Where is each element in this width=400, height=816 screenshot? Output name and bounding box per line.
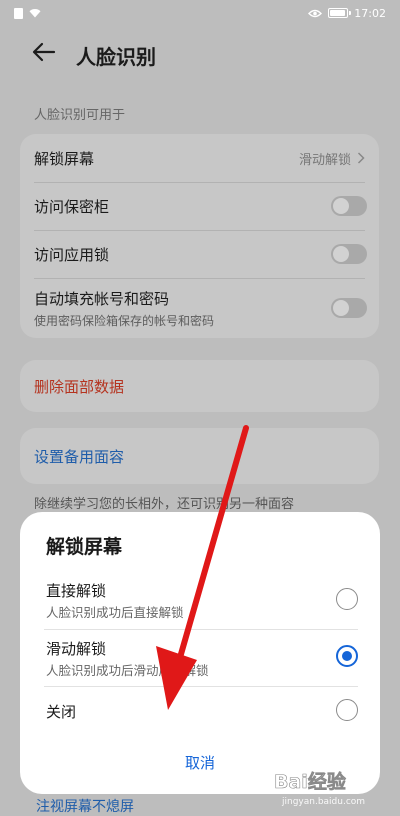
option-off[interactable]: 关闭 <box>44 690 358 730</box>
option-label: 关闭 <box>46 703 77 721</box>
radio-icon-direct-unlock[interactable] <box>336 588 358 610</box>
svg-text:Bai经验: Bai经验 <box>274 770 347 793</box>
option-direct-unlock[interactable]: 直接解锁 人脸识别成功后直接解锁 <box>44 574 358 631</box>
header: 人脸识别 <box>0 30 400 76</box>
backup-face-description: 除继续学习您的长相外，还可识别另一种面容 <box>34 497 295 512</box>
radio-icon-slide-unlock[interactable] <box>336 645 358 667</box>
chevron-right-icon <box>357 152 365 164</box>
delete-face-card[interactable]: 删除面部数据 <box>20 360 379 412</box>
gaze-keep-screen-on-item[interactable]: 注视屏幕不熄屏 <box>36 796 134 816</box>
autofill-label: 自动填充帐号和密码 <box>34 289 170 308</box>
back-arrow-icon[interactable] <box>32 42 56 62</box>
delete-face-row[interactable]: 删除面部数据 <box>20 360 379 412</box>
access-app-lock-toggle[interactable] <box>331 244 367 264</box>
backup-face-card[interactable]: 设置备用面容 <box>20 428 379 484</box>
divider <box>44 686 358 687</box>
eye-icon <box>308 9 323 17</box>
access-app-lock-row: 访问应用锁 <box>20 230 379 278</box>
option-sub: 人脸识别成功后直接解锁 <box>46 605 184 620</box>
divider <box>44 629 358 630</box>
access-safe-label: 访问保密柜 <box>34 197 110 216</box>
delete-face-button[interactable]: 删除面部数据 <box>34 376 124 397</box>
sim-icon <box>14 7 23 19</box>
page-title: 人脸识别 <box>76 45 156 69</box>
option-slide-unlock[interactable]: 滑动解锁 人脸识别成功后滑动屏幕解锁 <box>44 632 358 689</box>
option-label: 滑动解锁 <box>46 640 107 658</box>
access-safe-toggle[interactable] <box>331 196 367 216</box>
unlock-screen-row[interactable]: 解锁屏幕 滑动解锁 <box>20 134 379 182</box>
option-label: 直接解锁 <box>46 582 107 600</box>
access-safe-row: 访问保密柜 <box>20 182 379 230</box>
backup-face-button[interactable]: 设置备用面容 <box>34 446 124 467</box>
backup-face-row[interactable]: 设置备用面容 <box>20 428 379 484</box>
clock: 17:02 <box>354 6 386 20</box>
autofill-row: 自动填充帐号和密码 使用密码保险箱保存的帐号和密码 <box>20 278 379 338</box>
autofill-toggle[interactable] <box>331 298 367 318</box>
baidu-watermark-logo: Bai经验 jingyan.baidu.com <box>274 770 365 807</box>
usage-settings-card: 解锁屏幕 滑动解锁 访问保密柜 访问应用锁 自动填充帐号和密码 使用密码保险箱保… <box>20 134 379 338</box>
radio-icon-off[interactable] <box>336 699 358 721</box>
autofill-sub: 使用密码保险箱保存的帐号和密码 <box>34 313 215 328</box>
status-bar: 17:02 <box>0 0 400 26</box>
dialog-title: 解锁屏幕 <box>46 536 123 558</box>
unlock-screen-value: 滑动解锁 <box>298 152 351 168</box>
svg-text:jingyan.baidu.com: jingyan.baidu.com <box>281 797 365 807</box>
battery-icon <box>328 8 352 18</box>
access-app-lock-label: 访问应用锁 <box>34 245 110 264</box>
section-caption: 人脸识别可用于 <box>34 108 126 123</box>
wifi-icon <box>29 9 41 18</box>
battery-level <box>330 10 345 16</box>
option-sub: 人脸识别成功后滑动屏幕解锁 <box>46 663 209 678</box>
unlock-screen-label: 解锁屏幕 <box>34 149 95 168</box>
unlock-screen-dialog: 解锁屏幕 直接解锁 人脸识别成功后直接解锁 滑动解锁 人脸识别成功后滑动屏幕解锁… <box>20 512 380 794</box>
